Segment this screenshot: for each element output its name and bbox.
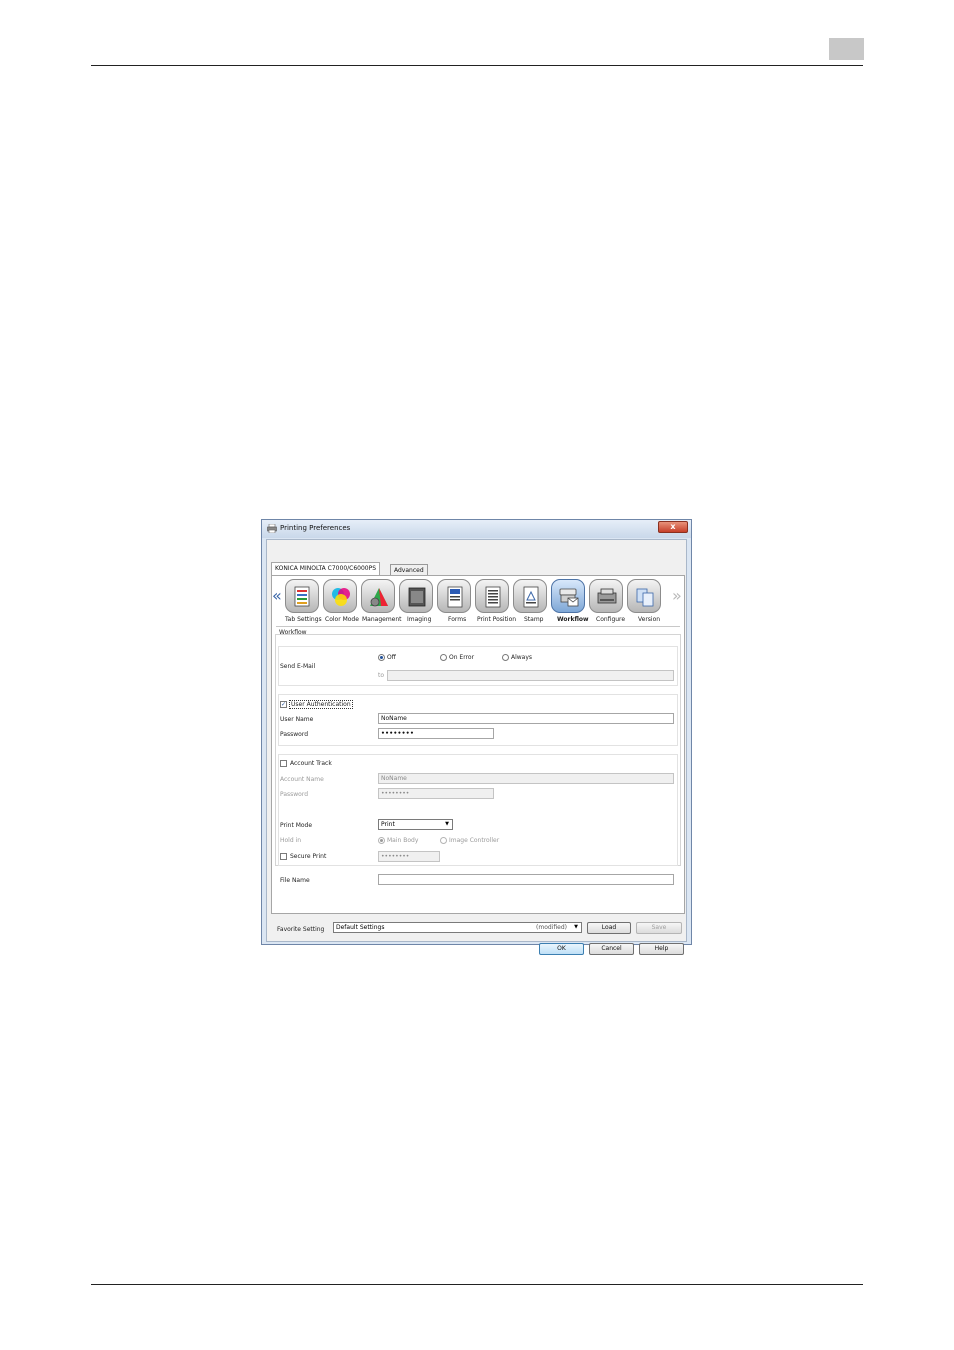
favorite-setting-label: Favorite Setting [277,926,325,933]
version-button[interactable] [627,579,661,613]
imaging-button[interactable] [399,579,433,613]
stamp-button[interactable] [513,579,547,613]
hold-in-label: Hold in [280,837,302,844]
account-track-checkbox[interactable] [280,760,287,767]
ok-button[interactable]: OK [539,943,584,955]
favorite-setting-select[interactable]: Default Settings (modified) ▼ [333,922,582,933]
print-position-icon [485,586,501,608]
file-name-field[interactable] [378,874,674,885]
favorite-modified: (modified) [536,924,567,931]
email-to-label: to [378,672,385,679]
toolbar-label-workflow: Workflow [557,616,589,623]
email-to-field[interactable] [387,670,674,681]
tab-settings-button[interactable] [285,579,319,613]
color-mode-button[interactable] [323,579,357,613]
tab-advanced[interactable]: Advanced [390,564,428,575]
version-icon [636,588,654,607]
chevron-down-icon: ▼ [445,821,449,827]
configure-icon [597,588,617,604]
toolbar-label-management: Management [362,616,402,623]
cancel-button[interactable]: Cancel [589,943,634,955]
send-email-always-label: Always [511,654,533,661]
stamp-icon [523,586,539,608]
hold-main-body-radio[interactable] [378,837,385,844]
file-name-label: File Name [280,877,310,884]
secure-print-label[interactable]: Secure Print [290,853,326,860]
tab-settings-icon [294,586,310,607]
title-bar: Printing Preferences x [262,520,691,538]
toolbar-label-version: Version [638,616,661,623]
close-button[interactable]: x [658,521,688,533]
account-name-field[interactable]: NoName [378,773,674,784]
forms-icon [447,586,463,608]
toolbar-label-tab-settings: Tab Settings [285,616,322,623]
toolbar-label-imaging: Imaging [407,616,432,623]
toolbar-next-arrow[interactable]: » [672,588,682,604]
password-field[interactable]: •••••••• [378,728,494,739]
account-name-label: Account Name [280,776,324,783]
configure-button[interactable] [589,579,623,613]
dialog-client: KONICA MINOLTA C7000/C6000PS Advanced « … [266,539,687,955]
page-number-box [829,38,864,60]
user-name-field[interactable]: NoName [378,713,674,724]
toolbar-label-forms: Forms [448,616,467,623]
workflow-icon [559,588,579,607]
color-mode-icon [332,588,350,606]
chevron-down-icon: ▼ [574,924,578,930]
user-auth-checkbox[interactable]: ✓ [280,701,287,708]
send-email-always-radio[interactable] [502,654,509,661]
close-icon: x [670,522,676,531]
send-email-off-radio[interactable] [378,654,385,661]
send-email-off-label: Off [387,654,396,661]
load-button[interactable]: Load [587,922,631,934]
toolbar-label-color-mode: Color Mode [325,616,359,623]
secure-print-checkbox[interactable] [280,853,287,860]
send-email-on-error-label: On Error [449,654,475,661]
printer-icon [267,524,277,533]
color-management-button[interactable] [361,579,395,613]
secure-print-password-field[interactable]: •••••••• [378,851,440,862]
hold-image-controller-label: Image Controller [449,837,500,844]
print-mode-select[interactable]: Print ▼ [378,819,453,830]
workflow-button[interactable] [551,579,585,613]
account-password-label: Password [280,791,309,798]
hold-main-body-label: Main Body [387,837,419,844]
user-auth-label[interactable]: User Authentication [289,700,353,709]
print-mode-label: Print Mode [280,822,313,829]
print-position-button[interactable] [475,579,509,613]
header-rule [91,65,863,66]
user-name-label: User Name [280,716,314,723]
toolbar-prev-arrow[interactable]: « [272,588,282,604]
footer-rule [91,1284,863,1285]
printing-preferences-dialog: Printing Preferences x KONICA MINOLTA C7… [261,519,692,955]
account-password-field[interactable]: •••••••• [378,788,494,799]
tab-panel: « » Tab Settings Color Mode Management I… [271,575,685,914]
account-track-label[interactable]: Account Track [290,760,332,767]
password-label: Password [280,731,309,738]
toolbar-label-stamp: Stamp [524,616,544,623]
window-title: Printing Preferences [280,524,351,532]
hold-image-controller-radio[interactable] [440,837,447,844]
toolbar-divider [276,626,680,627]
toolbar-label-print-position: Print Position [477,616,517,623]
account-track-group [278,754,678,866]
save-button[interactable]: Save [636,922,682,934]
send-email-label: Send E-Mail [280,663,316,670]
color-management-icon [370,588,388,607]
imaging-icon [408,587,426,607]
help-button[interactable]: Help [639,943,684,955]
forms-button[interactable] [437,579,471,613]
send-email-on-error-radio[interactable] [440,654,447,661]
tab-printer-model[interactable]: KONICA MINOLTA C7000/C6000PS [271,562,381,575]
toolbar-label-configure: Configure [596,616,626,623]
